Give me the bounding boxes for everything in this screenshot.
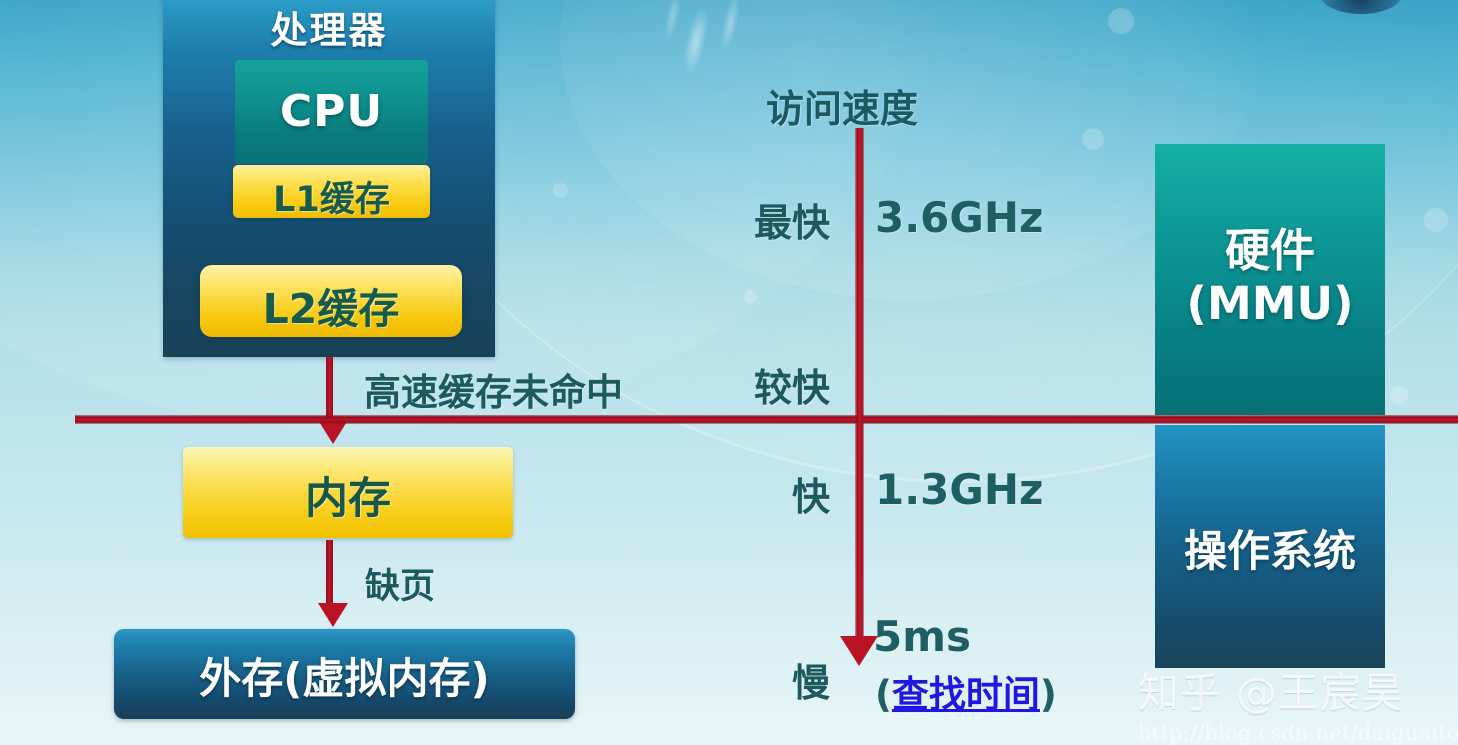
note-seek-time: 查找时间 [891,673,1040,716]
secondary-storage-label: 外存(虚拟内存) [199,654,490,703]
cpu-block: CPU [235,60,428,164]
cpu-label: CPU [279,86,384,137]
page-fault-label: 缺页 [365,567,436,607]
speed-level-slow: 慢 [791,661,830,705]
l1-cache-label: L1缓存 [273,180,390,220]
bubble-icon [553,183,568,198]
bubble-icon [1424,208,1448,232]
slide-canvas: 处理器 CPU L1缓存 L2缓存 高速缓存未命中 内存 缺页 外存(虚拟内存)… [0,0,1458,745]
watermark-handle: 知乎 @王宸昊 [1138,669,1405,717]
l2-cache-label: L2缓存 [262,285,400,333]
l1-cache-block: L1缓存 [233,165,430,220]
speed-level-fastest: 最快 [753,201,830,245]
note-close-paren: ) [1039,673,1057,716]
horizontal-divider-line [75,415,1458,424]
flow-arrowhead-page-fault-icon [318,603,348,627]
watermark-url: http://blog.csdn.net/daiguaito [1138,721,1458,745]
flow-arrow-page-fault [326,540,333,610]
memory-label: 内存 [305,474,391,524]
flow-arrow-cache-miss [326,357,333,422]
speed-value-storage: 5ms [873,612,971,661]
processor-title: 处理器 [270,9,388,52]
bubble-icon [1108,8,1134,34]
hardware-line-1: 硬件 [1224,224,1315,277]
watermark: 知乎 @王宸昊 http://blog.csdn.net/daiguaito [1138,659,1458,745]
operating-system-label: 操作系统 [1184,527,1356,577]
secondary-storage-block: 外存(虚拟内存) [114,629,575,719]
speed-value-storage-note: (查找时间) [875,664,1057,718]
cache-miss-label: 高速缓存未命中 [364,371,623,414]
speed-value-memory: 1.3GHz [875,465,1044,514]
l2-cache-block: L2缓存 [200,265,462,337]
operating-system-block: 操作系统 [1155,425,1385,668]
speed-axis-line [855,128,864,648]
speed-level-faster: 较快 [753,366,830,410]
speed-level-fast: 快 [791,475,830,519]
bubble-icon [744,290,757,303]
memory-block: 内存 [183,447,513,538]
note-open-paren: ( [875,673,892,716]
bubble-icon [1082,128,1104,150]
hardware-mmu-label: 硬件 (MMU) [1155,224,1385,330]
access-speed-title: 访问速度 [766,87,919,131]
speed-value-cpu: 3.6GHz [875,193,1044,242]
hardware-mmu-block: 硬件 (MMU) [1155,144,1385,415]
bubble-icon [1390,386,1408,404]
processor-block: 处理器 CPU L1缓存 L2缓存 [163,0,495,357]
hardware-line-2: (MMU) [1186,277,1354,331]
